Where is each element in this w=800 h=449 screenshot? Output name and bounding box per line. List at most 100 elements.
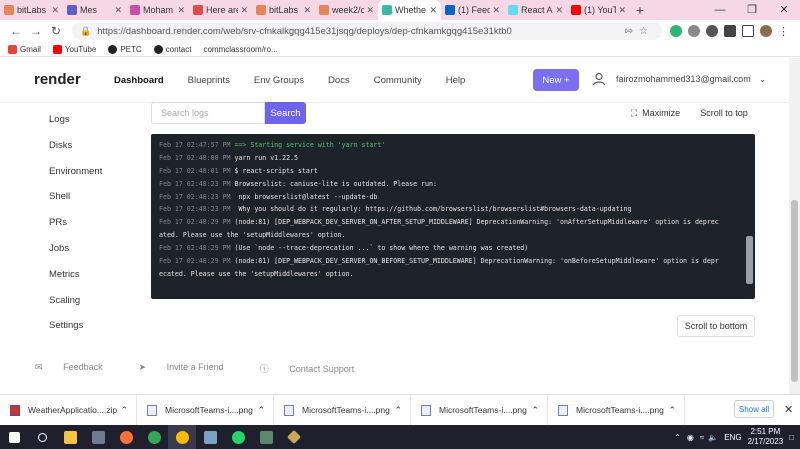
invite-link[interactable]: ➤ Invite a Friend	[139, 362, 242, 375]
chevron-up-icon[interactable]: ⌃	[674, 433, 681, 442]
avatar[interactable]	[760, 25, 772, 37]
download-item[interactable]: WeatherApplicatio....zip ⌃	[0, 395, 137, 425]
chevron-up-icon[interactable]: ⌃	[257, 405, 265, 416]
browser-tab[interactable]: Whethe ✕	[378, 0, 441, 20]
tab-close-icon[interactable]: ✕	[240, 5, 248, 16]
close-window-icon[interactable]: ✕	[768, 0, 800, 20]
sidebar-item-prs[interactable]: PRs	[49, 216, 102, 242]
log-scrollbar[interactable]	[746, 236, 753, 284]
page-scrollbar-thumb[interactable]	[791, 200, 798, 382]
tab-close-icon[interactable]: ✕	[429, 5, 437, 16]
address-bar[interactable]: 🔒 https://dashboard.render.com/web/srv-c…	[72, 22, 662, 40]
volume-icon[interactable]: 🔈	[708, 433, 718, 442]
sidebar-item-scaling[interactable]: Scaling	[49, 294, 102, 320]
tab-close-icon[interactable]: ✕	[492, 5, 500, 16]
download-item[interactable]: MicrosoftTeams-i....png ⌃	[137, 395, 274, 425]
nav-blueprints[interactable]: Blueprints	[188, 75, 230, 86]
sidebar-item-metrics[interactable]: Metrics	[49, 268, 102, 294]
sidepanel-icon[interactable]	[742, 25, 754, 37]
bookmark-contact[interactable]: contact	[153, 44, 191, 54]
minimize-icon[interactable]: —	[704, 0, 736, 20]
browser-tab[interactable]: bitLabs | ✕	[252, 0, 315, 20]
calculator-icon[interactable]	[84, 425, 112, 449]
more-icon[interactable]: ⋮	[778, 25, 789, 38]
log-message: npx browserslist@latest --update-db	[234, 192, 378, 201]
search-icon[interactable]	[28, 425, 56, 449]
nav-docs[interactable]: Docs	[328, 75, 350, 86]
chrome-icon[interactable]	[140, 425, 168, 449]
scroll-to-bottom-button[interactable]: Scroll to bottom	[677, 315, 755, 337]
chevron-up-icon[interactable]: ⌃	[120, 405, 128, 416]
app-icon[interactable]	[196, 425, 224, 449]
extension-icon[interactable]	[688, 25, 700, 37]
log-output[interactable]: Feb 17 02:47:57 PM ==> Starting service w…	[151, 134, 755, 299]
puzzle-icon[interactable]	[724, 25, 736, 37]
sidebar-item-jobs[interactable]: Jobs	[49, 242, 102, 268]
restore-icon[interactable]: ❐	[736, 0, 768, 20]
browser-tab[interactable]: week2/c ✕	[315, 0, 378, 20]
browser-tab[interactable]: Moham ✕	[126, 0, 189, 20]
bookmark-gmail[interactable]: Gmail	[8, 44, 41, 54]
firefox-icon[interactable]	[112, 425, 140, 449]
file-explorer-icon[interactable]	[56, 425, 84, 449]
app-icon[interactable]	[280, 425, 308, 449]
extension-icon[interactable]	[670, 25, 682, 37]
windows-start-icon[interactable]	[0, 425, 28, 449]
sidebar-item-settings[interactable]: Settings	[49, 319, 102, 345]
browser-tab[interactable]: React A ✕	[504, 0, 567, 20]
tab-close-icon[interactable]: ✕	[177, 5, 185, 16]
new-tab-icon[interactable]: +	[630, 2, 650, 18]
download-item[interactable]: MicrosoftTeams-i....png ⌃	[411, 395, 548, 425]
tab-close-icon[interactable]: ✕	[366, 5, 374, 16]
close-icon[interactable]: ✕	[784, 403, 793, 416]
nav-dashboard[interactable]: Dashboard	[114, 75, 164, 86]
language-indicator[interactable]: ENG	[724, 433, 741, 442]
bookmark-commclassroom[interactable]: commclassroom/ro...	[203, 45, 277, 54]
browser-tab[interactable]: Mes ✕	[63, 0, 126, 20]
support-link[interactable]: ⓘ Contact Support	[260, 362, 373, 375]
browser-tab[interactable]: bitLabs | ✕	[0, 0, 63, 20]
reload-icon[interactable]: ↻	[46, 24, 66, 38]
bookmark-youtube[interactable]: YouTube	[52, 44, 96, 54]
scroll-to-top-button[interactable]: Scroll to top	[693, 103, 755, 123]
forward-icon[interactable]: →	[26, 24, 46, 38]
notifications-icon[interactable]: □	[789, 433, 794, 442]
wifi-icon[interactable]: ≈	[700, 433, 704, 442]
nav-community[interactable]: Community	[374, 75, 422, 86]
back-icon[interactable]: ←	[6, 24, 26, 38]
search-button[interactable]: Search	[265, 102, 306, 124]
chrome-active-icon[interactable]	[168, 425, 196, 449]
download-item[interactable]: MicrosoftTeams-i....png ⌃	[548, 395, 685, 425]
show-all-button[interactable]: Show all	[734, 400, 774, 418]
chevron-up-icon[interactable]: ⌃	[394, 405, 402, 416]
search-logs-input[interactable]: Search logs	[151, 102, 265, 124]
camera-icon[interactable]: ◉	[687, 433, 694, 442]
new-button[interactable]: New +	[533, 69, 579, 91]
download-item[interactable]: MicrosoftTeams-i....png ⌃	[274, 395, 411, 425]
browser-tab[interactable]: Here are ✕	[189, 0, 252, 20]
tab-close-icon[interactable]: ✕	[51, 5, 59, 16]
tab-close-icon[interactable]: ✕	[303, 5, 311, 16]
sidebar-item-environment[interactable]: Environment	[49, 165, 102, 191]
app-icon[interactable]	[252, 425, 280, 449]
sidebar-item-disks[interactable]: Disks	[49, 139, 102, 165]
extension-icon[interactable]	[706, 25, 718, 37]
user-menu[interactable]: fairozmohammed313@gmail.com ⌄	[592, 72, 766, 86]
tab-close-icon[interactable]: ✕	[114, 5, 122, 16]
nav-help[interactable]: Help	[446, 75, 466, 86]
render-logo[interactable]: render	[34, 71, 81, 88]
tab-close-icon[interactable]: ✕	[618, 5, 626, 16]
sidebar-item-logs[interactable]: Logs	[49, 113, 102, 139]
clock[interactable]: 2:51 PM 2/17/2023	[748, 427, 784, 447]
chevron-up-icon[interactable]: ⌃	[531, 405, 539, 416]
browser-tab[interactable]: (1) Feed ✕	[441, 0, 504, 20]
browser-tab[interactable]: (1) YouT ✕	[567, 0, 630, 20]
maximize-button[interactable]: ⛶ Maximize	[624, 103, 687, 123]
feedback-link[interactable]: ✉ Feedback	[35, 362, 121, 375]
tab-close-icon[interactable]: ✕	[555, 5, 563, 16]
whatsapp-icon[interactable]	[224, 425, 252, 449]
chevron-up-icon[interactable]: ⌃	[668, 405, 676, 416]
nav-env-groups[interactable]: Env Groups	[254, 75, 304, 86]
bookmark-petc[interactable]: PETC	[108, 44, 142, 54]
sidebar-item-shell[interactable]: Shell	[49, 190, 102, 216]
